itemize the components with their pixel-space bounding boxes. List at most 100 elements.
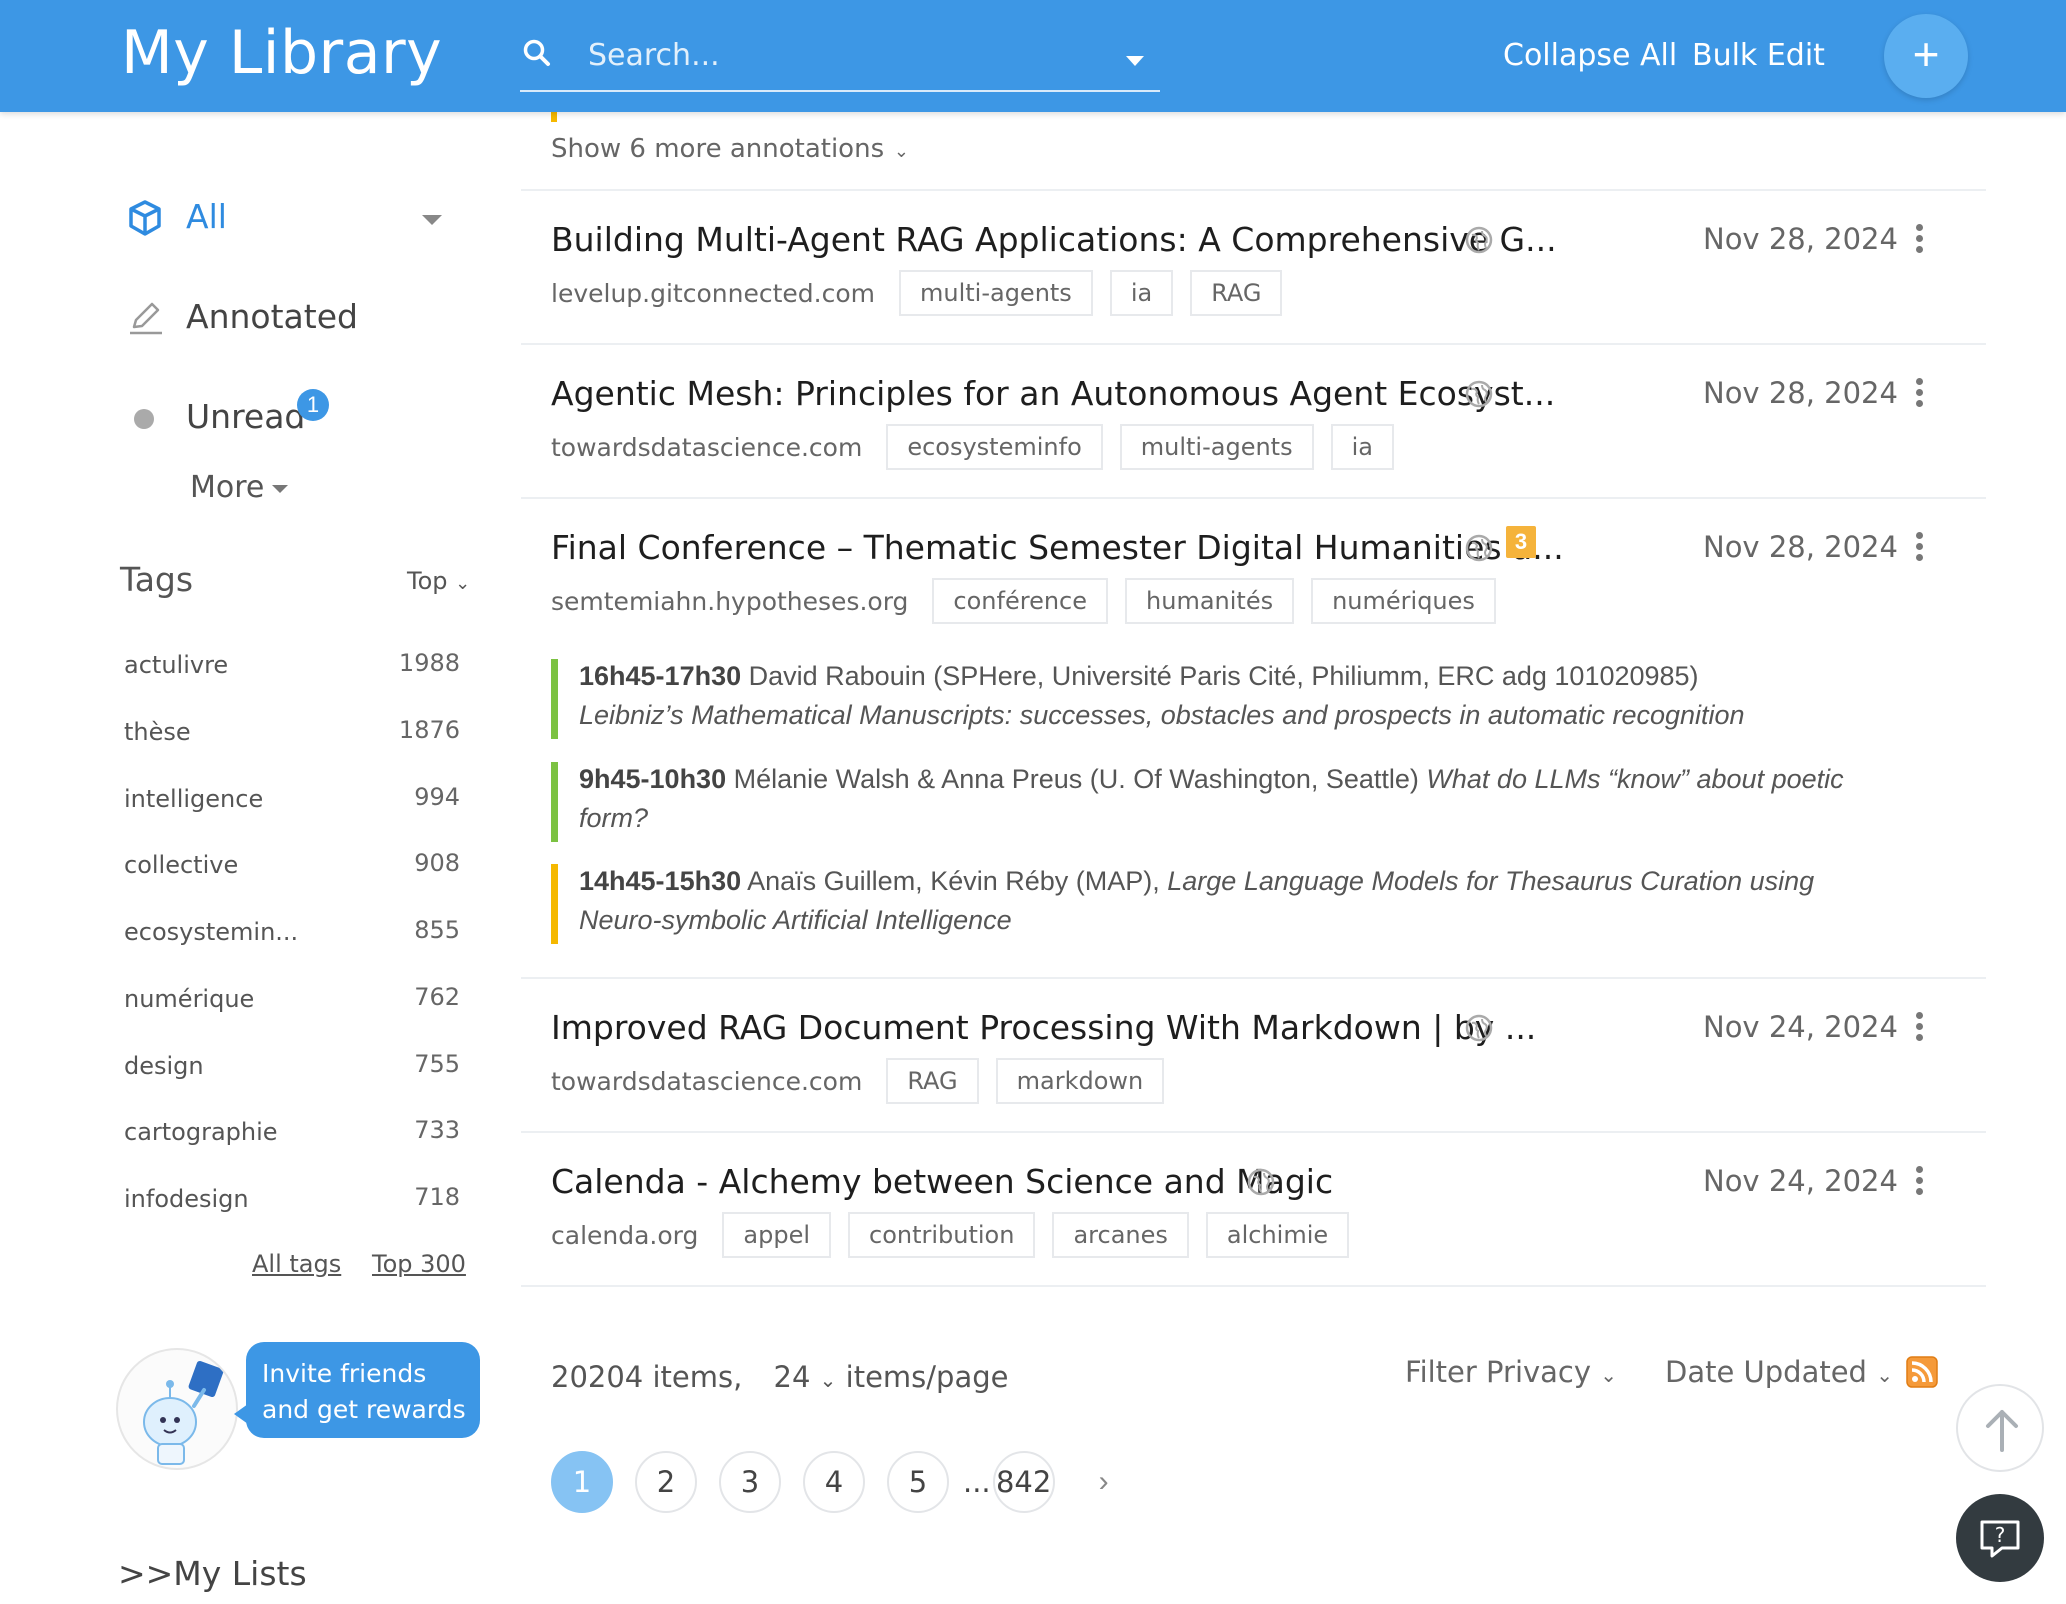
show-more-annotations-button[interactable]: Show 6 more annotations ⌄ — [551, 134, 909, 164]
more-options-icon[interactable] — [1913, 378, 1925, 410]
bookmark-title[interactable]: Final Conference – Thematic Semester Dig… — [551, 528, 1564, 567]
tag-name: infodesign — [124, 1185, 249, 1213]
bookmark-domain[interactable]: levelup.gitconnected.com — [551, 279, 875, 308]
annotation-text: Mélanie Walsh & Anna Preus (U. Of Washin… — [726, 764, 1427, 794]
annotation-italic-text: Leibniz’s Mathematical Manuscripts: succ… — [579, 700, 1745, 730]
bookmark-title[interactable]: Building Multi-Agent RAG Applications: A… — [551, 220, 1557, 259]
annotation-highlight[interactable]: 14h45-15h30 Anaïs Guillem, Kévin Réby (M… — [551, 862, 1851, 944]
tag-row[interactable]: numérique 762 — [124, 983, 460, 1025]
tag-count: 1988 — [398, 649, 460, 677]
tag-row[interactable]: infodesign 718 — [124, 1183, 460, 1225]
page-button[interactable]: 2 — [635, 1451, 697, 1513]
tag-row[interactable]: cartographie 733 — [124, 1116, 460, 1158]
bulk-edit-button[interactable]: Bulk Edit — [1692, 38, 1825, 73]
annotation-color-bar — [551, 112, 557, 122]
bookmark-domain[interactable]: towardsdatascience.com — [551, 1067, 862, 1096]
chevron-down-icon[interactable] — [422, 215, 442, 225]
tag-name: numérique — [124, 985, 255, 1013]
tag-chip[interactable]: ecosysteminfo — [886, 424, 1103, 470]
more-label: More — [190, 470, 265, 505]
search-input[interactable]: Search... — [588, 38, 720, 73]
tag-chip[interactable]: appel — [722, 1212, 831, 1258]
last-page-button[interactable]: 842 — [992, 1451, 1055, 1513]
divider — [521, 977, 1986, 979]
bookmark-title[interactable]: Improved RAG Document Processing With Ma… — [551, 1008, 1536, 1047]
chevron-down-icon — [272, 484, 289, 493]
bookmark-date: Nov 24, 2024 — [1703, 1164, 1898, 1198]
annotation-color-bar — [551, 762, 558, 842]
page-title: My Library — [121, 18, 443, 88]
sort-dropdown[interactable]: Date Updated ⌄ — [1665, 1355, 1893, 1389]
tags-sort-dropdown[interactable]: Top ⌄ — [407, 567, 470, 595]
tag-chip[interactable]: multi-agents — [898, 270, 1093, 316]
bookmark-date: Nov 24, 2024 — [1703, 1010, 1898, 1044]
more-button[interactable]: More — [190, 470, 289, 505]
annotation-color-bar — [551, 864, 558, 944]
robot-icon — [143, 1360, 224, 1465]
pencil-icon — [130, 302, 162, 335]
tag-row[interactable]: ecosystemin... 855 — [124, 916, 460, 958]
tag-row[interactable]: collective 908 — [124, 849, 460, 891]
tag-chip[interactable]: arcanes — [1052, 1212, 1189, 1258]
all-tags-link[interactable]: All tags — [252, 1250, 341, 1278]
bookmark-domain[interactable]: calenda.org — [551, 1221, 698, 1250]
tag-row[interactable]: intelligence 994 — [124, 783, 460, 825]
tag-chip[interactable]: RAG — [886, 1058, 979, 1104]
tag-count: 762 — [414, 983, 460, 1011]
page-button[interactable]: 3 — [719, 1451, 781, 1513]
robot-mascot-image — [116, 1348, 238, 1470]
tag-chip[interactable]: multi-agents — [1119, 424, 1314, 470]
search-bar[interactable]: Search... — [520, 22, 1160, 92]
top-300-link[interactable]: Top 300 — [372, 1250, 466, 1278]
more-options-icon[interactable] — [1913, 1166, 1925, 1198]
collapse-all-button[interactable]: Collapse All — [1503, 38, 1677, 73]
rss-icon[interactable] — [1906, 1356, 1938, 1388]
tag-chip[interactable]: RAG — [1190, 270, 1283, 316]
divider — [521, 343, 1986, 345]
tag-chip[interactable]: numériques — [1311, 578, 1496, 624]
bookmark-meta: towardsdatascience.com RAG markdown — [551, 1058, 1181, 1104]
page-button[interactable]: 4 — [803, 1451, 865, 1513]
tag-chip[interactable]: conférence — [932, 578, 1109, 624]
add-button[interactable]: + — [1884, 14, 1968, 98]
bookmark-title[interactable]: Calenda - Alchemy between Science and Ma… — [551, 1162, 1333, 1201]
help-chat-button[interactable]: ? — [1956, 1494, 2044, 1582]
sidebar-item-label: Unread — [186, 397, 306, 436]
items-per-page-select[interactable]: 24 ⌄ — [774, 1360, 837, 1394]
tag-name: cartographie — [124, 1118, 278, 1146]
tag-name: thèse — [124, 718, 191, 746]
annotation-time: 16h45-17h30 — [579, 661, 742, 691]
search-dropdown-icon[interactable] — [1126, 56, 1144, 66]
annotation-highlight[interactable]: 16h45-17h30 David Rabouin (SPHere, Unive… — [551, 657, 1851, 739]
globe-icon — [1465, 1014, 1493, 1042]
tag-count: 755 — [414, 1050, 460, 1078]
more-options-icon[interactable] — [1913, 224, 1925, 256]
page-button[interactable]: 5 — [887, 1451, 949, 1513]
tag-chip[interactable]: markdown — [995, 1058, 1165, 1104]
tag-chip[interactable]: alchimie — [1205, 1212, 1350, 1258]
bookmark-meta: calenda.org appel contribution arcanes alchi… — [551, 1212, 1366, 1258]
invite-line-1: Invite friends — [262, 1359, 427, 1388]
my-lists-link[interactable]: >>My Lists — [118, 1554, 307, 1593]
bookmark-domain[interactable]: towardsdatascience.com — [551, 433, 862, 462]
next-page-icon[interactable]: › — [1099, 1465, 1109, 1499]
bookmark-domain[interactable]: semtemiahn.hypotheses.org — [551, 587, 908, 616]
tag-row[interactable]: design 755 — [124, 1050, 460, 1092]
scroll-to-top-button[interactable] — [1956, 1384, 2044, 1472]
tags-heading: Tags — [120, 560, 194, 599]
filter-privacy-dropdown[interactable]: Filter Privacy ⌄ — [1405, 1355, 1617, 1389]
tag-row[interactable]: thèse 1876 — [124, 716, 460, 758]
tag-count: 1876 — [398, 716, 460, 744]
items-count-label: 20204 items, — [551, 1360, 743, 1394]
tag-chip[interactable]: humanités — [1125, 578, 1295, 624]
tag-chip[interactable]: ia — [1330, 424, 1394, 470]
annotation-highlight[interactable]: 9h45-10h30 Mélanie Walsh & Anna Preus (U… — [551, 760, 1851, 842]
bookmark-title[interactable]: Agentic Mesh: Principles for an Autonomo… — [551, 374, 1555, 413]
tag-row[interactable]: actulivre 1988 — [124, 649, 460, 691]
more-options-icon[interactable] — [1913, 1012, 1925, 1044]
more-options-icon[interactable] — [1913, 532, 1925, 564]
tag-chip[interactable]: ia — [1109, 270, 1174, 316]
page-button[interactable]: 1 — [551, 1451, 613, 1513]
tag-chip[interactable]: contribution — [848, 1212, 1036, 1258]
invite-friends-button[interactable]: Invite friends and get rewards — [234, 1342, 480, 1438]
